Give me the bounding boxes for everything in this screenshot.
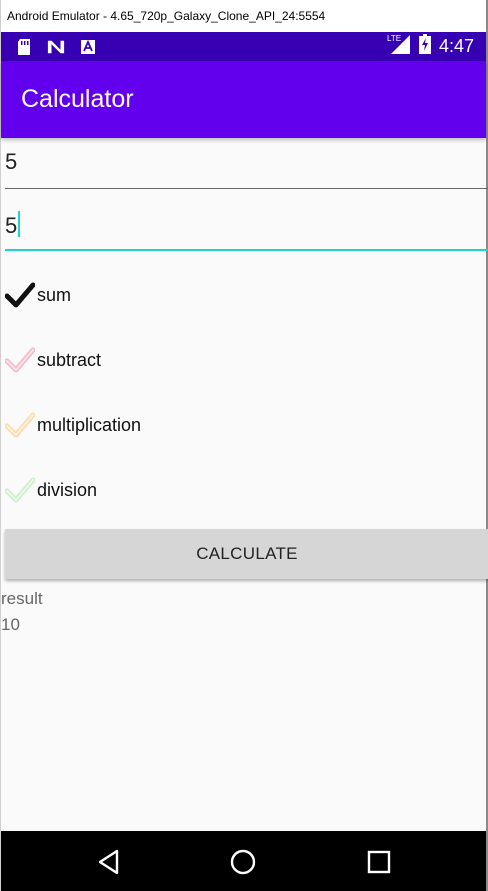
checkbox-sum-label: sum	[37, 284, 72, 305]
status-time: 4:47	[438, 36, 474, 56]
checkbox-division-label: division	[37, 479, 98, 500]
check-icon	[5, 477, 35, 503]
lte-label: LTE	[387, 34, 401, 43]
n-logo-icon	[47, 38, 65, 56]
second-number-value: 5	[5, 213, 18, 238]
checkbox-sum[interactable]: sum	[5, 275, 405, 315]
checkbox-subtract-label: subtract	[37, 349, 102, 370]
result-label: result	[1, 589, 43, 608]
checkbox-multiplication-label: multiplication	[37, 414, 142, 435]
checkbox-subtract[interactable]: subtract	[5, 340, 405, 380]
input-underline	[5, 188, 488, 189]
sd-card-icon	[15, 38, 33, 56]
second-number-input[interactable]: 5	[5, 203, 488, 251]
home-icon[interactable]	[230, 849, 256, 875]
emulator-window: Android Emulator - 4.65_720p_Galaxy_Clon…	[0, 0, 488, 891]
lte-signal-icon: LTE	[387, 33, 411, 60]
input-underline-focused	[5, 249, 488, 251]
back-icon[interactable]	[97, 849, 123, 875]
first-number-input[interactable]: 5	[5, 141, 488, 189]
check-icon	[5, 412, 35, 438]
check-icon	[5, 282, 35, 308]
result-value: 10	[1, 615, 20, 634]
text-cursor	[18, 211, 21, 237]
status-bar: LTE 4:47	[1, 32, 486, 61]
a-box-icon	[79, 38, 97, 56]
calculate-button[interactable]: CALCULATE	[5, 529, 488, 579]
check-icon	[5, 347, 35, 373]
app-bar: Calculator	[1, 61, 486, 138]
checkbox-division[interactable]: division	[5, 470, 405, 510]
checkbox-multiplication[interactable]: multiplication	[5, 405, 405, 445]
first-number-value: 5	[5, 149, 18, 174]
window-title: Android Emulator - 4.65_720p_Galaxy_Clon…	[1, 0, 486, 32]
app-title: Calculator	[21, 85, 134, 113]
battery-charging-icon	[418, 34, 431, 59]
navigation-bar	[1, 831, 486, 891]
recents-icon[interactable]	[366, 849, 392, 875]
